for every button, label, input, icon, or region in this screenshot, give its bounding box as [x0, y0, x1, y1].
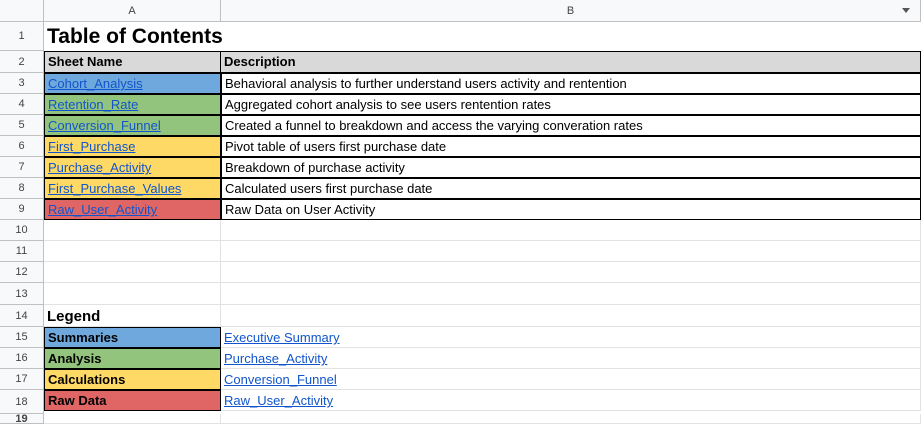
row-header[interactable]: 6	[0, 136, 44, 157]
toc-sheet-cell[interactable]: Cohort_Analysis	[44, 73, 221, 94]
empty-cell[interactable]	[221, 220, 921, 241]
toc-description-cell[interactable]: Created a funnel to breakdown and access…	[221, 115, 921, 136]
spreadsheet: A B 1 2 3 4 5 6 7 8 9 10 11 12 13 14 15 16 17 18 19 Table …	[0, 0, 921, 425]
toc-sheet-cell[interactable]: First_Purchase_Values	[44, 178, 221, 199]
toc-description-cell[interactable]: Aggregated cohort analysis to see users …	[221, 94, 921, 115]
row-header[interactable]: 11	[0, 241, 44, 262]
empty-cell[interactable]	[44, 283, 221, 305]
cell-b14[interactable]	[221, 305, 921, 327]
header-description[interactable]: Description	[221, 51, 921, 73]
empty-cell[interactable]	[44, 220, 221, 241]
legend-label-cell[interactable]: Calculations	[44, 369, 221, 390]
toc-row: First_Purchase Pivot table of users first…	[44, 136, 921, 157]
row-header[interactable]: 10	[0, 220, 44, 241]
toc-sheet-cell[interactable]: Raw_User_Activity	[44, 199, 221, 220]
header-sheet-name[interactable]: Sheet Name	[44, 51, 221, 73]
legend-link[interactable]: Purchase_Activity	[224, 351, 327, 366]
toc-sheet-cell[interactable]: Conversion_Funnel	[44, 115, 221, 136]
legend-row: Calculations Conversion_Funnel	[44, 369, 921, 390]
toc-sheet-link[interactable]: Conversion_Funnel	[48, 118, 161, 133]
legend-label-cell[interactable]: Analysis	[44, 348, 221, 369]
legend-link-cell[interactable]: Purchase_Activity	[221, 348, 921, 369]
empty-cell[interactable]	[221, 262, 921, 283]
legend-label-cell[interactable]: Raw Data	[44, 390, 221, 411]
legend-link-cell[interactable]: Conversion_Funnel	[221, 369, 921, 390]
empty-cell[interactable]	[221, 283, 921, 305]
toc-description-cell[interactable]: Breakdown of purchase activity	[221, 157, 921, 178]
column-header-a[interactable]: A	[44, 0, 221, 22]
toc-description-cell[interactable]: Calculated users first purchase date	[221, 178, 921, 199]
empty-cell[interactable]	[44, 262, 221, 283]
row-header[interactable]: 9	[0, 199, 44, 220]
toc-row: Purchase_Activity Breakdown of purchase a…	[44, 157, 921, 178]
legend-link-cell[interactable]: Raw_User_Activity	[221, 390, 921, 411]
cell-b19[interactable]	[221, 414, 921, 424]
row-header[interactable]: 13	[0, 283, 44, 305]
toc-row: Raw_User_Activity Raw Data on User Activi…	[44, 199, 921, 220]
toc-sheet-link[interactable]: First_Purchase	[48, 139, 135, 154]
toc-row: First_Purchase_Values Calculated users fi…	[44, 178, 921, 199]
legend-title[interactable]: Legend	[44, 305, 221, 327]
legend-row: Raw Data Raw_User_Activity	[44, 390, 921, 411]
column-header-b-label: B	[566, 5, 575, 17]
toc-title[interactable]: Table of Contents	[44, 22, 921, 53]
cell-a19[interactable]	[44, 414, 221, 424]
select-all-corner[interactable]	[0, 0, 44, 22]
toc-sheet-cell[interactable]: Purchase_Activity	[44, 157, 221, 178]
toc-sheet-link[interactable]: Retention_Rate	[48, 97, 138, 112]
toc-row: Retention_Rate Aggregated cohort analysis…	[44, 94, 921, 115]
toc-row: Conversion_Funnel Created a funnel to bre…	[44, 115, 921, 136]
empty-cell[interactable]	[44, 241, 221, 262]
row-header[interactable]: 1	[0, 22, 44, 51]
row-header[interactable]: 3	[0, 73, 44, 94]
legend-label-cell[interactable]: Summaries	[44, 327, 221, 348]
row-header[interactable]: 18	[0, 390, 44, 414]
row-header[interactable]: 4	[0, 94, 44, 115]
toc-description-cell[interactable]: Raw Data on User Activity	[221, 199, 921, 220]
row-header[interactable]: 19	[0, 414, 44, 425]
legend-link-cell[interactable]: Executive Summary	[221, 327, 921, 348]
chevron-down-icon[interactable]	[902, 8, 910, 13]
legend-row: Analysis Purchase_Activity	[44, 348, 921, 369]
toc-sheet-link[interactable]: Cohort_Analysis	[48, 76, 143, 91]
legend-link[interactable]: Executive Summary	[224, 330, 340, 345]
row-header[interactable]: 5	[0, 115, 44, 136]
toc-sheet-cell[interactable]: First_Purchase	[44, 136, 221, 157]
empty-cell[interactable]	[221, 241, 921, 262]
legend-row: Summaries Executive Summary	[44, 327, 921, 348]
toc-sheet-link[interactable]: First_Purchase_Values	[48, 181, 181, 196]
toc-description-cell[interactable]: Pivot table of users first purchase date	[221, 136, 921, 157]
row-header[interactable]: 2	[0, 51, 44, 73]
row-header[interactable]: 17	[0, 369, 44, 390]
row-header[interactable]: 7	[0, 157, 44, 178]
column-header-b[interactable]: B	[221, 0, 921, 22]
row-header[interactable]: 14	[0, 305, 44, 327]
toc-sheet-cell[interactable]: Retention_Rate	[44, 94, 221, 115]
row-header[interactable]: 12	[0, 262, 44, 283]
row-header[interactable]: 8	[0, 178, 44, 199]
toc-description-cell[interactable]: Behavioral analysis to further understan…	[221, 73, 921, 94]
toc-sheet-link[interactable]: Purchase_Activity	[48, 160, 151, 175]
row-header[interactable]: 15	[0, 327, 44, 348]
toc-row: Cohort_Analysis Behavioral analysis to fu…	[44, 73, 921, 94]
toc-sheet-link[interactable]: Raw_User_Activity	[48, 202, 157, 217]
legend-link[interactable]: Conversion_Funnel	[224, 372, 337, 387]
row-header[interactable]: 16	[0, 348, 44, 369]
legend-link[interactable]: Raw_User_Activity	[224, 393, 333, 408]
